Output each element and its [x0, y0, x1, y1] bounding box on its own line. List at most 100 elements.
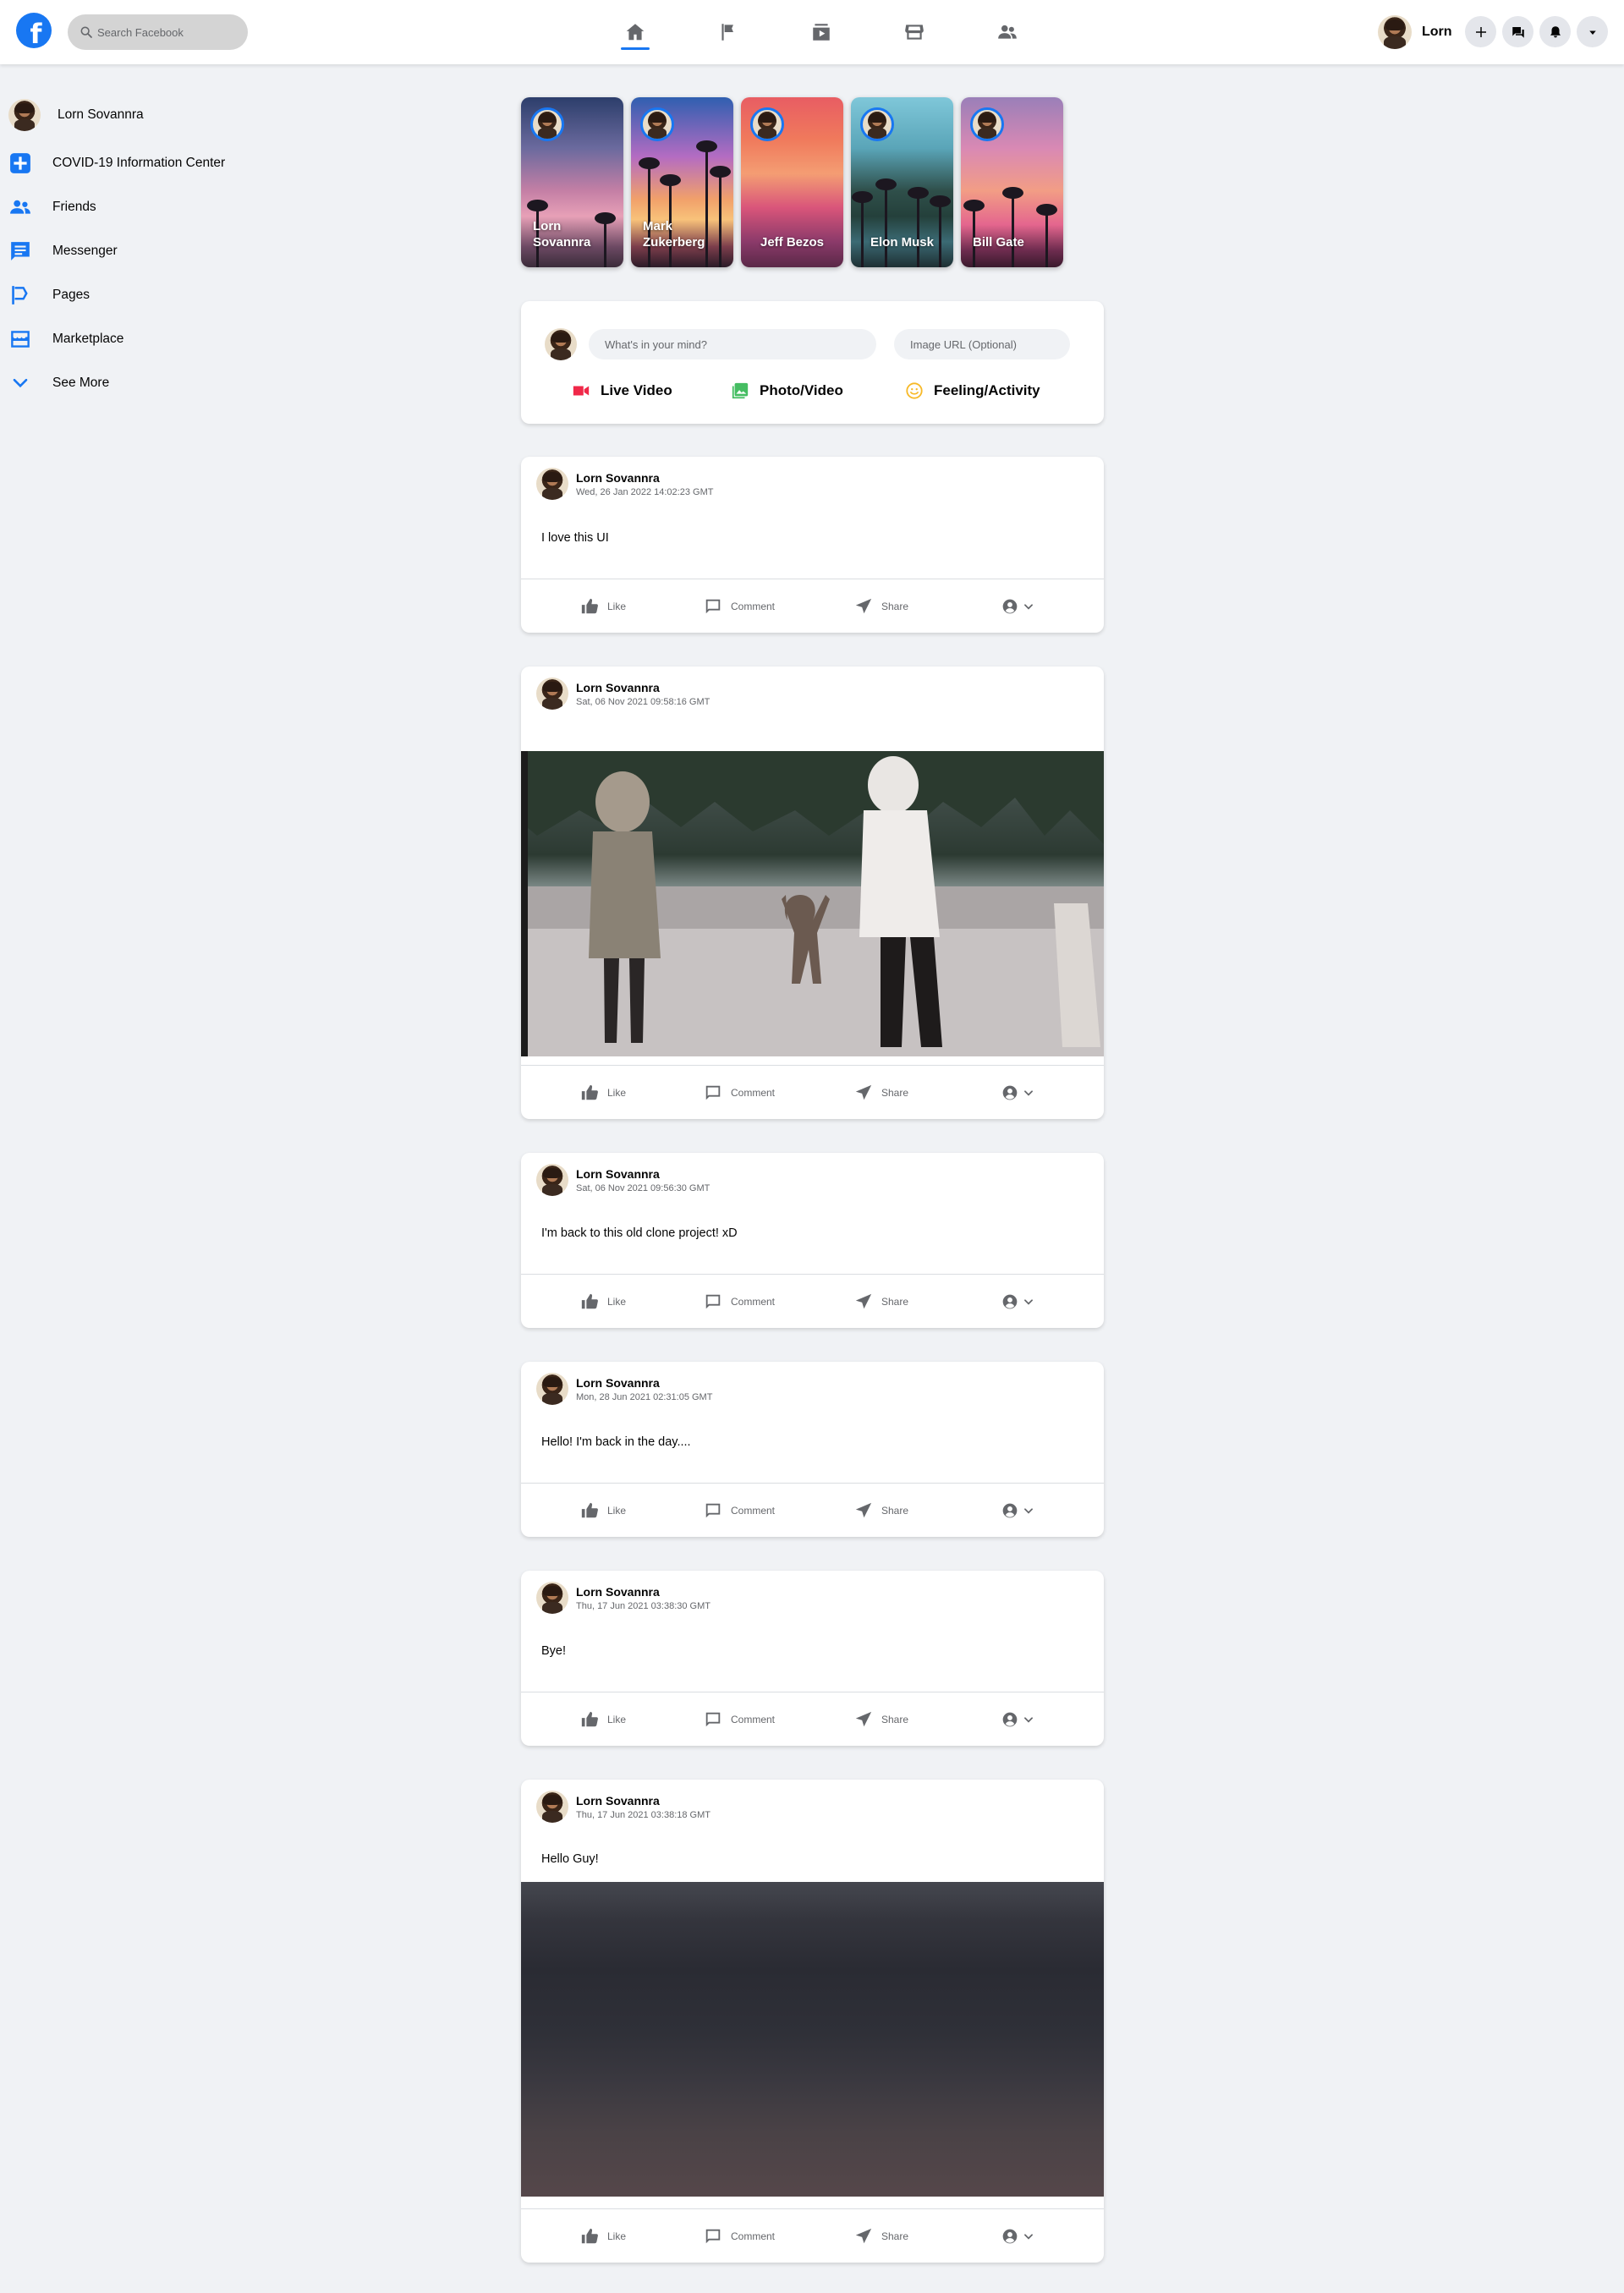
story-name: Mark Zukerberg — [643, 219, 705, 250]
post-image[interactable] — [521, 751, 1104, 1056]
nav-home[interactable] — [589, 0, 682, 64]
comment-button[interactable]: Comment — [704, 1484, 775, 1537]
like-button[interactable]: Like — [580, 2209, 626, 2263]
like-button[interactable]: Like — [580, 1692, 626, 1746]
post-image[interactable] — [521, 1882, 1104, 2197]
post-actions: Like Comment Share — [521, 1274, 1104, 1328]
like-label: Like — [607, 1504, 627, 1517]
share-button[interactable]: Share — [854, 1066, 908, 1119]
like-button[interactable]: Like — [580, 1484, 626, 1537]
header-avatar[interactable] — [1378, 15, 1412, 49]
like-button[interactable]: Like — [580, 579, 626, 633]
sidebar-item-friends[interactable]: Friends — [8, 190, 262, 224]
post-author[interactable]: Lorn Sovannra — [576, 1376, 660, 1390]
sidebar-item-see-more[interactable]: See More — [8, 366, 262, 400]
comment-button[interactable]: Comment — [704, 1692, 775, 1746]
share-button[interactable]: Share — [854, 1692, 908, 1746]
plus-icon — [1475, 26, 1486, 37]
avatar[interactable] — [536, 1164, 568, 1196]
avatar[interactable] — [536, 1791, 568, 1823]
nav-watch[interactable] — [775, 0, 868, 64]
live-video-button[interactable]: Live Video — [572, 374, 672, 408]
story-card[interactable]: Mark Zukerberg — [631, 97, 733, 267]
comment-label: Comment — [731, 1295, 776, 1308]
sidebar-item-marketplace[interactable]: Marketplace — [8, 322, 262, 356]
feeling-activity-button[interactable]: Feeling/Activity — [905, 374, 1040, 408]
messenger-button[interactable] — [1502, 16, 1533, 47]
avatar[interactable] — [536, 468, 568, 500]
like-label: Like — [607, 1295, 627, 1308]
create-button[interactable] — [1465, 16, 1496, 47]
header-user-name[interactable]: Lorn — [1422, 25, 1452, 40]
comment-button[interactable]: Comment — [704, 579, 775, 633]
like-label: Like — [607, 1713, 627, 1725]
share-label: Share — [881, 2230, 909, 2242]
like-button[interactable]: Like — [580, 1066, 626, 1119]
chevron-down-icon — [1024, 2233, 1033, 2240]
story-avatar — [640, 107, 674, 141]
send-arrow-icon — [855, 598, 872, 613]
nav-groups[interactable] — [961, 0, 1054, 64]
story-card[interactable]: Lorn Sovannra — [521, 97, 623, 267]
sidebar-item-label: See More — [52, 376, 110, 390]
photo-video-button[interactable]: Photo/Video — [731, 374, 843, 408]
sidebar-item-pages[interactable]: Pages — [8, 278, 262, 312]
post-actions: Like Comment Share — [521, 1483, 1104, 1537]
share-button[interactable]: Share — [854, 579, 908, 633]
story-card[interactable]: Jeff Bezos — [741, 97, 843, 267]
avatar[interactable] — [536, 677, 568, 710]
comment-label: Comment — [731, 1086, 776, 1099]
bell-icon — [1550, 25, 1561, 37]
audience-selector[interactable] — [1001, 1066, 1034, 1119]
post-author[interactable]: Lorn Sovannra — [576, 1585, 660, 1599]
post-card: Lorn Sovannra Thu, 17 Jun 2021 03:38:30 … — [521, 1571, 1104, 1746]
home-icon — [626, 24, 645, 41]
sidebar-item-covid[interactable]: COVID-19 Information Center — [8, 146, 262, 180]
nav-marketplace[interactable] — [868, 0, 961, 64]
facebook-logo-icon[interactable]: f — [16, 13, 52, 50]
post-author[interactable]: Lorn Sovannra — [576, 471, 660, 485]
notifications-button[interactable] — [1539, 16, 1571, 47]
share-button[interactable]: Share — [854, 1484, 908, 1537]
post-text-input[interactable] — [589, 329, 876, 359]
sidebar-item-profile[interactable]: Lorn Sovannra — [8, 98, 262, 132]
post-author[interactable]: Lorn Sovannra — [576, 1167, 660, 1181]
comment-button[interactable]: Comment — [704, 1066, 775, 1119]
post-card: Lorn Sovannra Mon, 28 Jun 2021 02:31:05 … — [521, 1362, 1104, 1537]
like-button[interactable]: Like — [580, 1275, 626, 1328]
comment-label: Comment — [731, 1713, 776, 1725]
sidebar-item-messenger[interactable]: Messenger — [8, 234, 262, 268]
post-timestamp: Mon, 28 Jun 2021 02:31:05 GMT — [576, 1392, 713, 1402]
avatar[interactable] — [536, 1373, 568, 1405]
audience-selector[interactable] — [1001, 579, 1034, 633]
audience-selector[interactable] — [1001, 1692, 1034, 1746]
comment-label: Comment — [731, 1504, 776, 1517]
comment-label: Comment — [731, 2230, 776, 2242]
story-name: Bill Gate — [973, 235, 1024, 250]
audience-selector[interactable] — [1001, 2209, 1034, 2263]
image-url-input[interactable] — [894, 329, 1070, 359]
share-button[interactable]: Share — [854, 1275, 908, 1328]
audience-selector[interactable] — [1001, 1484, 1034, 1537]
account-menu-button[interactable] — [1577, 16, 1608, 47]
comment-button[interactable]: Comment — [704, 2209, 775, 2263]
post-text: Hello! I'm back in the day.... — [541, 1435, 691, 1449]
story-card[interactable]: Bill Gate — [961, 97, 1063, 267]
post-author[interactable]: Lorn Sovannra — [576, 681, 660, 694]
user-circle-icon — [1002, 1085, 1018, 1100]
post-actions: Like Comment Share — [521, 1692, 1104, 1746]
user-circle-icon — [1002, 1712, 1018, 1726]
audience-selector[interactable] — [1001, 1275, 1034, 1328]
story-card[interactable]: Elon Musk — [851, 97, 953, 267]
chat-icon — [1512, 26, 1524, 38]
search-input[interactable] — [97, 25, 233, 39]
video-camera-icon — [573, 386, 590, 396]
share-button[interactable]: Share — [854, 2209, 908, 2263]
comment-icon — [705, 1085, 721, 1100]
post-author[interactable]: Lorn Sovannra — [576, 1794, 660, 1808]
comment-button[interactable]: Comment — [704, 1275, 775, 1328]
avatar[interactable] — [536, 1582, 568, 1614]
search-bar[interactable] — [68, 14, 248, 50]
story-avatar — [530, 107, 564, 141]
nav-pages[interactable] — [682, 0, 775, 64]
